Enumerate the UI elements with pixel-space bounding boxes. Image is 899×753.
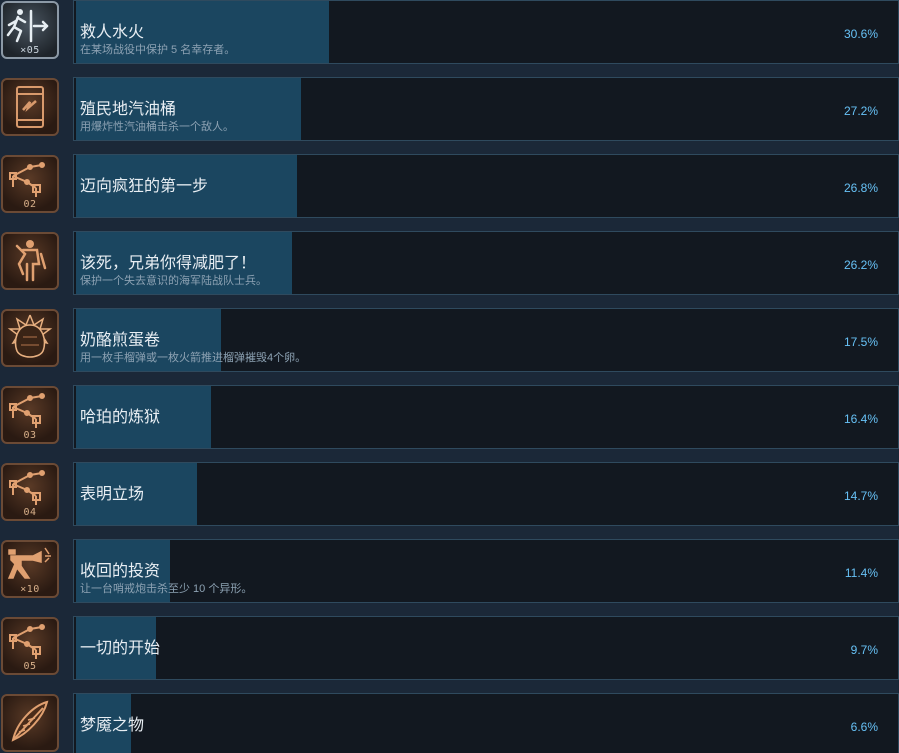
achievement-description: 让一台哨戒炮击杀至少 10 个异形。 (80, 583, 253, 595)
achievement-panel: 哈珀的炼狱 16.4% (73, 385, 899, 449)
achievement-percentage: 26.2% (843, 258, 878, 272)
achievement-percentage: 14.7% (843, 489, 878, 503)
achievement-percentage: 17.5% (843, 335, 878, 349)
exit-running-man-icon: ×05 (1, 1, 59, 59)
achievement-progress-count: ×05 (20, 45, 40, 56)
achievement-row: 04 表明立场 14.7% (0, 462, 899, 528)
achievement-panel: 收回的投资让一台哨戒炮击杀至少 10 个异形。 11.4% (73, 539, 899, 603)
achievement-row: 梦魇之物 6.6% (0, 693, 899, 753)
achievement-percentage: 9.7% (850, 643, 878, 657)
achievement-title: 收回的投资 (80, 563, 161, 580)
achievement-percentage: 26.8% (843, 181, 878, 195)
achievement-row: 03 哈珀的炼狱 16.4% (0, 385, 899, 451)
carry-marine-icon (1, 232, 59, 290)
map-path-icon: 05 (1, 617, 59, 675)
achievement-list: ×05 救人水火在某场战役中保护 5 名幸存者。 30.6% 殖民地汽油桶用爆炸性汽油… (0, 0, 899, 753)
achievement-panel: 救人水火在某场战役中保护 5 名幸存者。 30.6% (73, 0, 899, 64)
achievement-panel: 梦魇之物 6.6% (73, 693, 899, 753)
feather-quill-icon (1, 694, 59, 752)
achievement-title: 一切的开始 (80, 640, 161, 657)
achievement-progress-count: 03 (23, 430, 37, 441)
achievement-panel: 奶酪煎蛋卷用一枚手榴弹或一枚火箭推进榴弹摧毁4个卵。 17.5% (73, 308, 899, 372)
achievement-percentage: 27.2% (843, 104, 878, 118)
achievement-progress-count: 04 (23, 507, 37, 518)
achievement-title: 救人水火 (80, 24, 145, 41)
achievement-title: 该死，兄弟你得减肥了！ (80, 255, 257, 272)
achievement-description: 在某场战役中保护 5 名幸存者。 (80, 44, 236, 56)
achievement-row: ×05 救人水火在某场战役中保护 5 名幸存者。 30.6% (0, 0, 899, 66)
alien-egg-icon (1, 309, 59, 367)
achievement-percentage: 6.6% (850, 720, 878, 734)
explosive-barrel-icon (1, 78, 59, 136)
achievement-percentage: 11.4% (844, 566, 878, 580)
achievement-panel: 该死，兄弟你得减肥了！ 保护一个失去意识的海军陆战队士兵。 26.2% (73, 231, 899, 295)
achievement-panel: 殖民地汽油桶用爆炸性汽油桶击杀一个敌人。 27.2% (73, 77, 899, 141)
achievement-row: 02 迈向疯狂的第一步 26.8% (0, 154, 899, 220)
achievement-panel: 迈向疯狂的第一步 26.8% (73, 154, 899, 218)
achievement-panel: 一切的开始 9.7% (73, 616, 899, 680)
map-path-icon: 02 (1, 155, 59, 213)
achievement-title: 哈珀的炼狱 (80, 409, 161, 426)
achievement-title: 奶酪煎蛋卷 (80, 332, 161, 349)
achievement-row: ×10 收回的投资让一台哨戒炮击杀至少 10 个异形。 11.4% (0, 539, 899, 605)
achievement-row: 奶酪煎蛋卷用一枚手榴弹或一枚火箭推进榴弹摧毁4个卵。 17.5% (0, 308, 899, 374)
achievement-progress-count: 02 (23, 199, 37, 210)
achievement-percentage: 16.4% (843, 412, 878, 426)
map-path-icon: 03 (1, 386, 59, 444)
achievement-percentage: 30.6% (843, 27, 878, 41)
achievement-description: 用一枚手榴弹或一枚火箭推进榴弹摧毁4个卵。 (80, 352, 307, 364)
achievement-description: 保护一个失去意识的海军陆战队士兵。 (80, 275, 267, 287)
achievement-title: 表明立场 (80, 486, 145, 503)
achievement-progress-count: 05 (23, 661, 37, 672)
achievement-progress-count: ×10 (20, 584, 40, 595)
achievement-title: 梦魇之物 (80, 717, 145, 734)
map-path-icon: 04 (1, 463, 59, 521)
achievement-title: 迈向疯狂的第一步 (80, 178, 209, 195)
achievement-row: 该死，兄弟你得减肥了！ 保护一个失去意识的海军陆战队士兵。 26.2% (0, 231, 899, 297)
achievement-row: 殖民地汽油桶用爆炸性汽油桶击杀一个敌人。 27.2% (0, 77, 899, 143)
achievement-title: 殖民地汽油桶 (80, 101, 177, 118)
achievement-description: 用爆炸性汽油桶击杀一个敌人。 (80, 121, 234, 133)
achievement-row: 05 一切的开始 9.7% (0, 616, 899, 682)
sentry-gun-icon: ×10 (1, 540, 59, 598)
achievement-panel: 表明立场 14.7% (73, 462, 899, 526)
